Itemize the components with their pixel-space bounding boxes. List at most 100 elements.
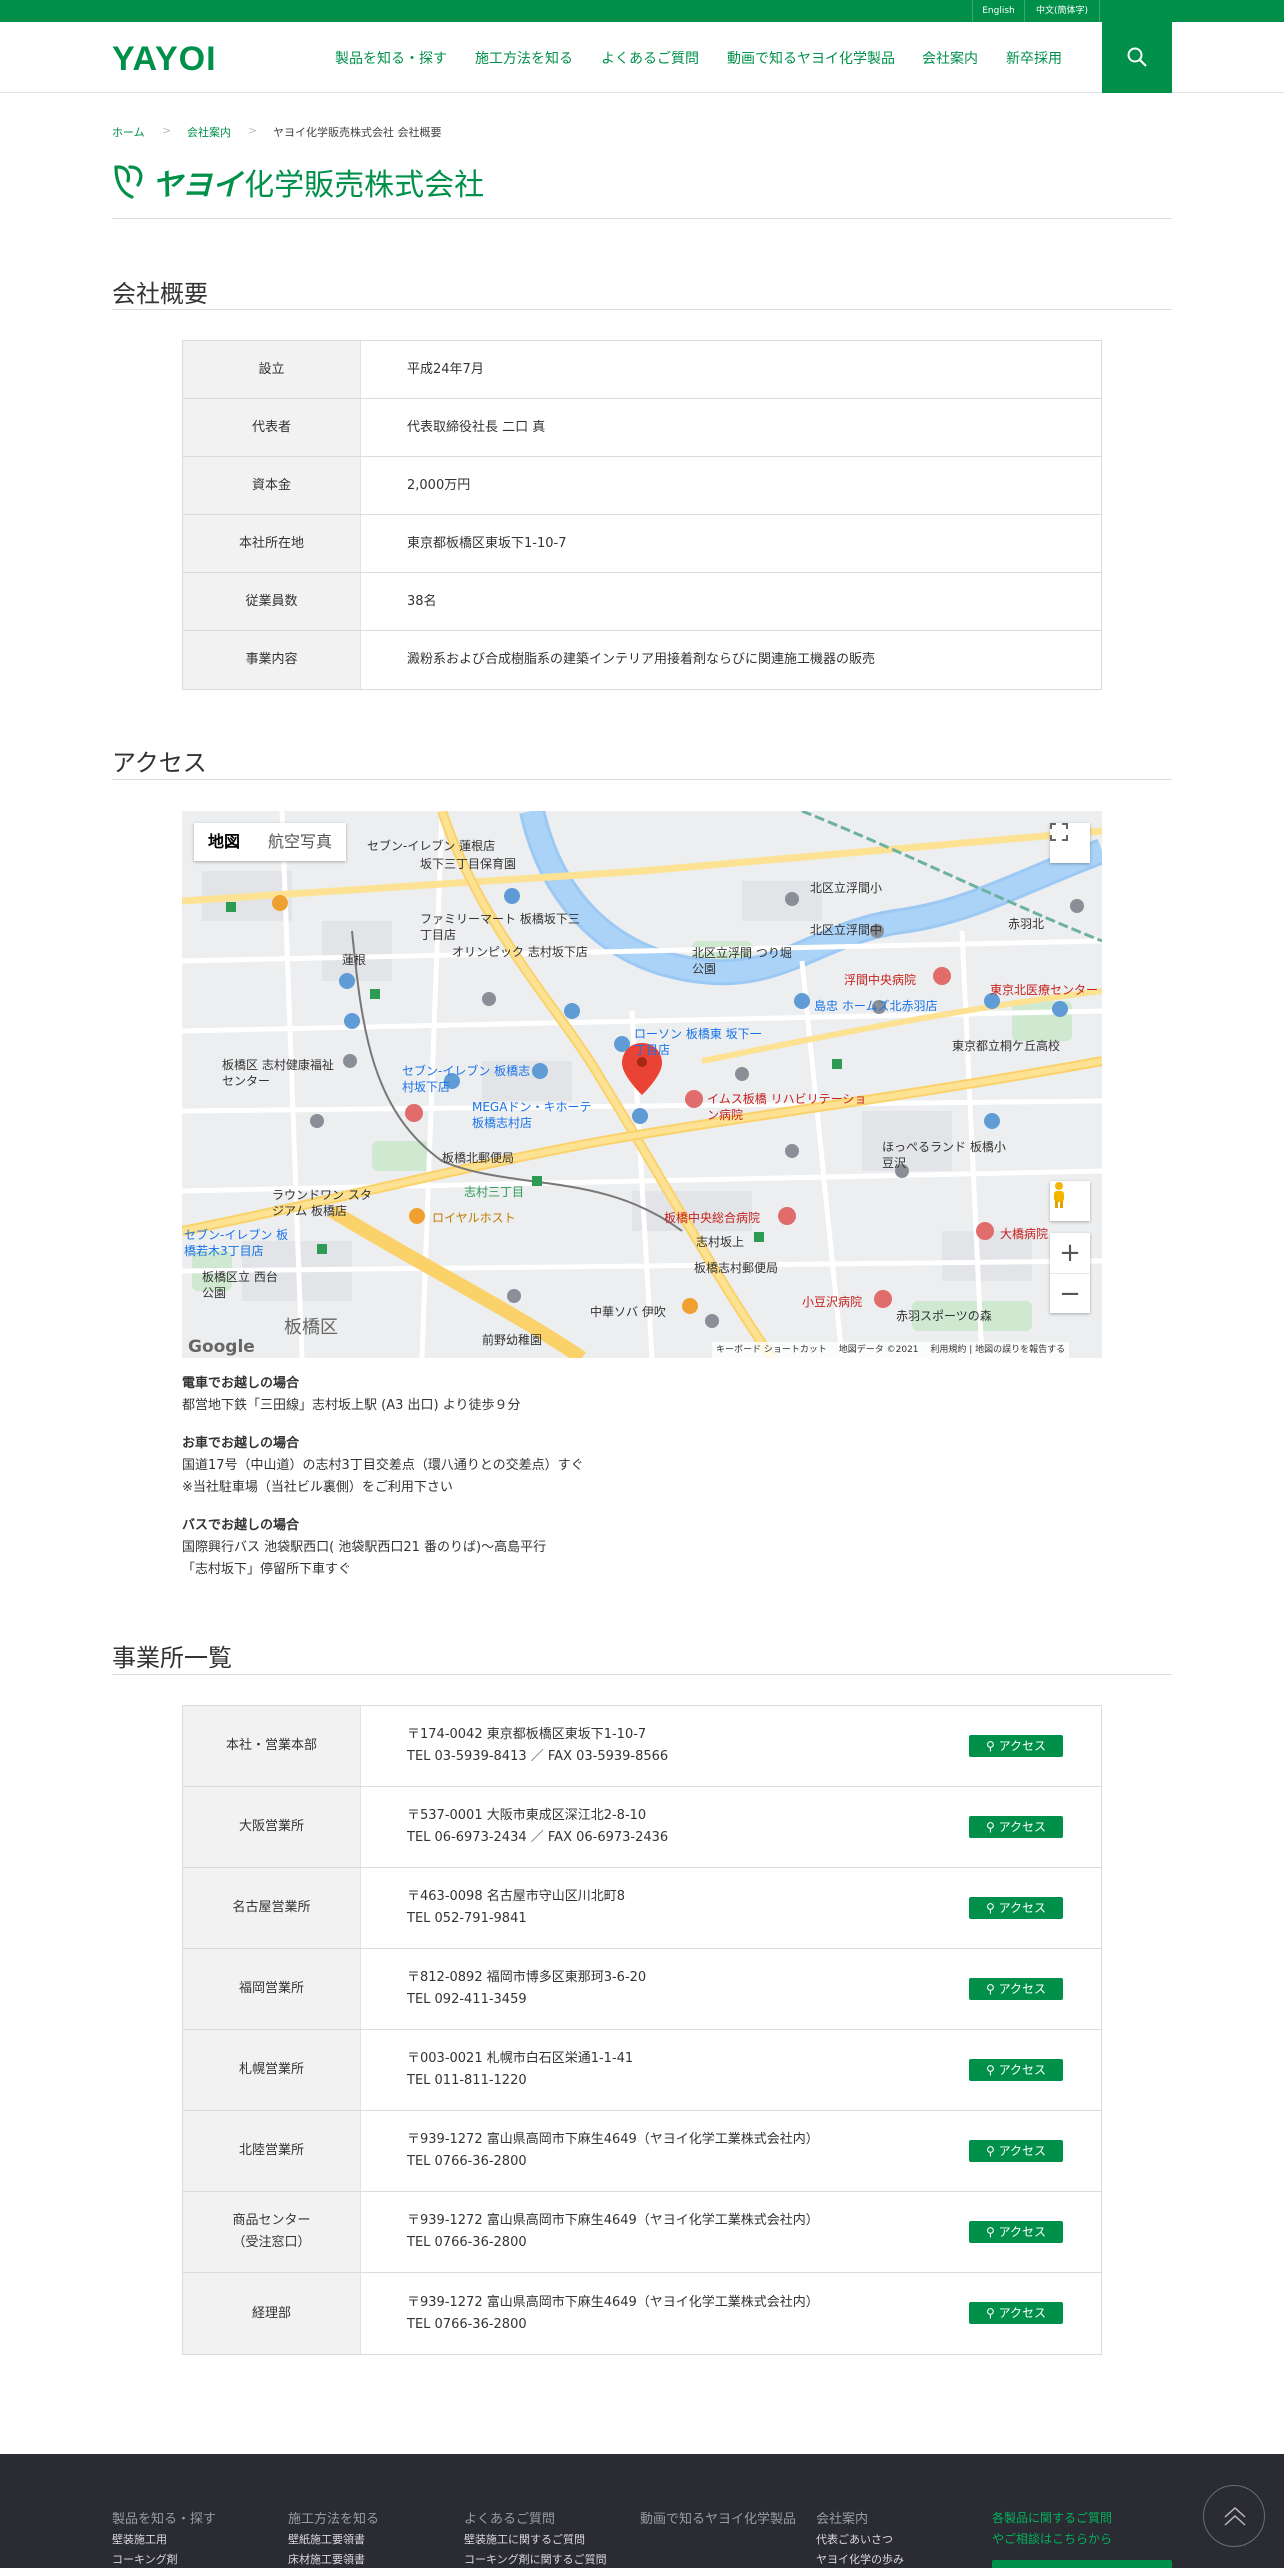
- map-tab-satellite[interactable]: 航空写真: [254, 823, 346, 861]
- footer-link[interactable]: コーキング剤に関するご質問: [464, 2550, 607, 2568]
- access-button[interactable]: ⚲ アクセス: [969, 2140, 1063, 2162]
- directions-line: ※当社駐車場（当社ビル裏側）をご利用下さい: [182, 1480, 453, 1495]
- nav-faq[interactable]: よくあるご質問: [601, 48, 699, 68]
- access-button[interactable]: ⚲ アクセス: [969, 2302, 1063, 2324]
- footer-link[interactable]: 代表ごあいさつ: [816, 2530, 904, 2550]
- access-button[interactable]: ⚲ アクセス: [969, 1897, 1063, 1919]
- overview-table: 設立 平成24年7月 代表者 代表取締役社長 二口 真 資本金 2,000万円 …: [182, 340, 1102, 690]
- office-contact: 〒812-0892 福岡市博多区東那珂3-6-20 TEL 092-411-345…: [407, 1970, 647, 2007]
- contact-note: 各製品に関するご質問やご相談はこちらから: [992, 2511, 1113, 2546]
- directions-train: 電車でお越しの場合 都営地下鉄「三田線」志村坂上駅 (A3 出口) より徒歩９分: [182, 1373, 520, 1417]
- map-marker-icon: ⚲: [985, 2063, 999, 2077]
- row-label: 代表者: [183, 399, 361, 456]
- footer-link[interactable]: 壁装施工用: [112, 2530, 216, 2550]
- row-value: 代表取締役社長 二口 真: [407, 419, 546, 435]
- lang-chinese-link[interactable]: 中文(簡体字): [1024, 0, 1100, 22]
- zoom-in-button[interactable]: +: [1050, 1233, 1090, 1273]
- nav-methods[interactable]: 施工方法を知る: [475, 48, 573, 68]
- access-button[interactable]: ⚲ アクセス: [969, 1735, 1063, 1757]
- lang-english-link[interactable]: English: [972, 0, 1024, 22]
- footer-col-title[interactable]: 施工方法を知る: [288, 2510, 379, 2530]
- footer-link[interactable]: コーキング剤: [112, 2550, 216, 2568]
- divider: [112, 309, 1172, 310]
- yayoi-mark-icon: [114, 165, 143, 199]
- directions-car: お車でお越しの場合 国道17号（中山道）の志村3丁目交差点（環八通りとの交差点）…: [182, 1433, 584, 1499]
- map-label: 志村坂上: [696, 1235, 745, 1249]
- search-icon: [1127, 47, 1147, 67]
- footer-col-company: 会社案内 代表ごあいさつ ヤヨイ化学の歩み: [816, 2510, 904, 2568]
- office-name: 福岡営業所: [183, 1949, 361, 2029]
- footer-link[interactable]: 壁紙施工要領書: [288, 2530, 379, 2550]
- footer-link[interactable]: 床材施工要領書: [288, 2550, 379, 2568]
- keyboard-shortcuts-link[interactable]: キーボード ショートカット: [716, 1345, 827, 1355]
- fullscreen-button[interactable]: [1050, 823, 1090, 863]
- pegman-icon: [1054, 1182, 1064, 1208]
- footer-col-faq: よくあるご質問 壁装施工に関するご質問 コーキング剤に関するご質問: [464, 2510, 607, 2568]
- map-label: ローソン 板橋東 坂下一丁目店: [634, 1027, 762, 1057]
- search-button[interactable]: [1102, 22, 1172, 93]
- directions-bus: バスでお越しの場合 国際興行バス 池袋駅西口( 池袋駅西口21 番のりば)～高島…: [182, 1515, 546, 1581]
- office-contact: 〒939-1272 富山県高岡市下麻生4649（ヤヨイ化学工業株式会社内） TEL…: [407, 2213, 819, 2250]
- table-row: 本社・営業本部 〒174-0042 東京都板橋区東坂下1-10-7 TEL 03-…: [183, 1706, 1101, 1787]
- chevron-right-icon: >: [248, 124, 258, 137]
- row-label: 資本金: [183, 457, 361, 514]
- breadcrumb-company[interactable]: 会社案内: [187, 124, 231, 140]
- footer-col-title[interactable]: よくあるご質問: [464, 2510, 607, 2530]
- access-button[interactable]: ⚲ アクセス: [969, 1816, 1063, 1838]
- nav-recruit[interactable]: 新卒採用: [1006, 48, 1062, 68]
- access-button[interactable]: ⚲ アクセス: [969, 2221, 1063, 2243]
- divider: [112, 779, 1172, 780]
- google-logo: Google: [188, 1337, 255, 1357]
- footer-link[interactable]: 壁装施工に関するご質問: [464, 2530, 607, 2550]
- site-logo[interactable]: YAYOI: [112, 40, 217, 79]
- map-label: 北区立浮間中: [810, 923, 883, 937]
- table-row: 札幌営業所 〒003-0021 札幌市白石区栄通1-1-41 TEL 011-81…: [183, 2030, 1101, 2111]
- report-error-link[interactable]: 地図の誤りを報告する: [975, 1345, 1065, 1355]
- map-label: 志村三丁目: [464, 1185, 525, 1199]
- google-map[interactable]: セブン-イレブン 蓮根店 坂下三丁目保育園 ファミリーマート 板橋坂下三丁目店 …: [182, 811, 1102, 1358]
- map-label: ほっぺるランド 板橋小豆沢: [882, 1140, 1006, 1170]
- map-label: 中華ソバ 伊吹: [590, 1305, 666, 1319]
- footer-col-methods: 施工方法を知る 壁紙施工要領書 床材施工要領書: [288, 2510, 379, 2568]
- brand-name: 化学販売株式会社: [244, 168, 485, 203]
- footer-col-title[interactable]: 製品を知る・探す: [112, 2510, 216, 2530]
- footer-link[interactable]: ヤヨイ化学の歩み: [816, 2550, 904, 2568]
- office-contact: 〒174-0042 東京都板橋区東坂下1-10-7 TEL 03-5939-841…: [407, 1727, 669, 1764]
- map-label: 北区立浮間 つり堀公園: [692, 946, 792, 976]
- footer-col-title[interactable]: 会社案内: [816, 2510, 904, 2530]
- nav-company[interactable]: 会社案内: [922, 48, 978, 68]
- row-label: 設立: [183, 341, 361, 398]
- terms-link[interactable]: 利用規約: [930, 1345, 966, 1355]
- footer-col-title[interactable]: 動画で知るヤヨイ化学製品: [640, 2510, 800, 2530]
- map-label: 板橋北郵便局: [442, 1151, 515, 1165]
- access-button[interactable]: ⚲ アクセス: [969, 1978, 1063, 2000]
- directions-title: 電車でお越しの場合: [182, 1376, 300, 1391]
- office-name: 札幌営業所: [183, 2030, 361, 2110]
- map-label: 北区立浮間小: [810, 881, 883, 895]
- zoom-controls: + −: [1050, 1233, 1090, 1313]
- street-view-button[interactable]: [1050, 1181, 1090, 1221]
- table-row: 事業内容 澱粉系および合成樹脂系の建築インテリア用接着剤ならびに関連施工機器の販…: [183, 631, 1101, 689]
- office-name: 北陸営業所: [183, 2111, 361, 2191]
- map-label: ラウンドワン スタジアム 板橋店: [272, 1188, 372, 1218]
- access-button[interactable]: ⚲ アクセス: [969, 2059, 1063, 2081]
- directions-line: 「志村坂下」停留所下車すぐ: [182, 1562, 352, 1577]
- map-tab-map[interactable]: 地図: [194, 823, 254, 861]
- map-marker-icon: ⚲: [985, 1901, 999, 1915]
- table-row: 資本金 2,000万円: [183, 457, 1101, 515]
- map-type-toggle: 地図 航空写真: [194, 823, 347, 861]
- map-label: 前野幼稚園: [482, 1333, 543, 1347]
- contact-button[interactable]: [992, 2560, 1172, 2568]
- divider: [112, 218, 1172, 219]
- map-label: ファミリーマート 板橋坂下三丁目店: [420, 912, 580, 942]
- back-to-top-button[interactable]: [1203, 2485, 1265, 2547]
- breadcrumb-home[interactable]: ホーム: [112, 124, 145, 140]
- table-row: 本社所在地 東京都板橋区東坂下1-10-7: [183, 515, 1101, 573]
- zoom-out-button[interactable]: −: [1050, 1273, 1090, 1313]
- footer-col-videos: 動画で知るヤヨイ化学製品: [640, 2510, 800, 2530]
- nav-videos[interactable]: 動画で知るヤヨイ化学製品: [727, 48, 895, 68]
- map-label: セブン-イレブン 板橋若木3丁目店: [184, 1228, 289, 1258]
- utility-bar: English 中文(簡体字): [0, 0, 1284, 22]
- nav-products[interactable]: 製品を知る・探す: [335, 48, 447, 68]
- table-row: 従業員数 38名: [183, 573, 1101, 631]
